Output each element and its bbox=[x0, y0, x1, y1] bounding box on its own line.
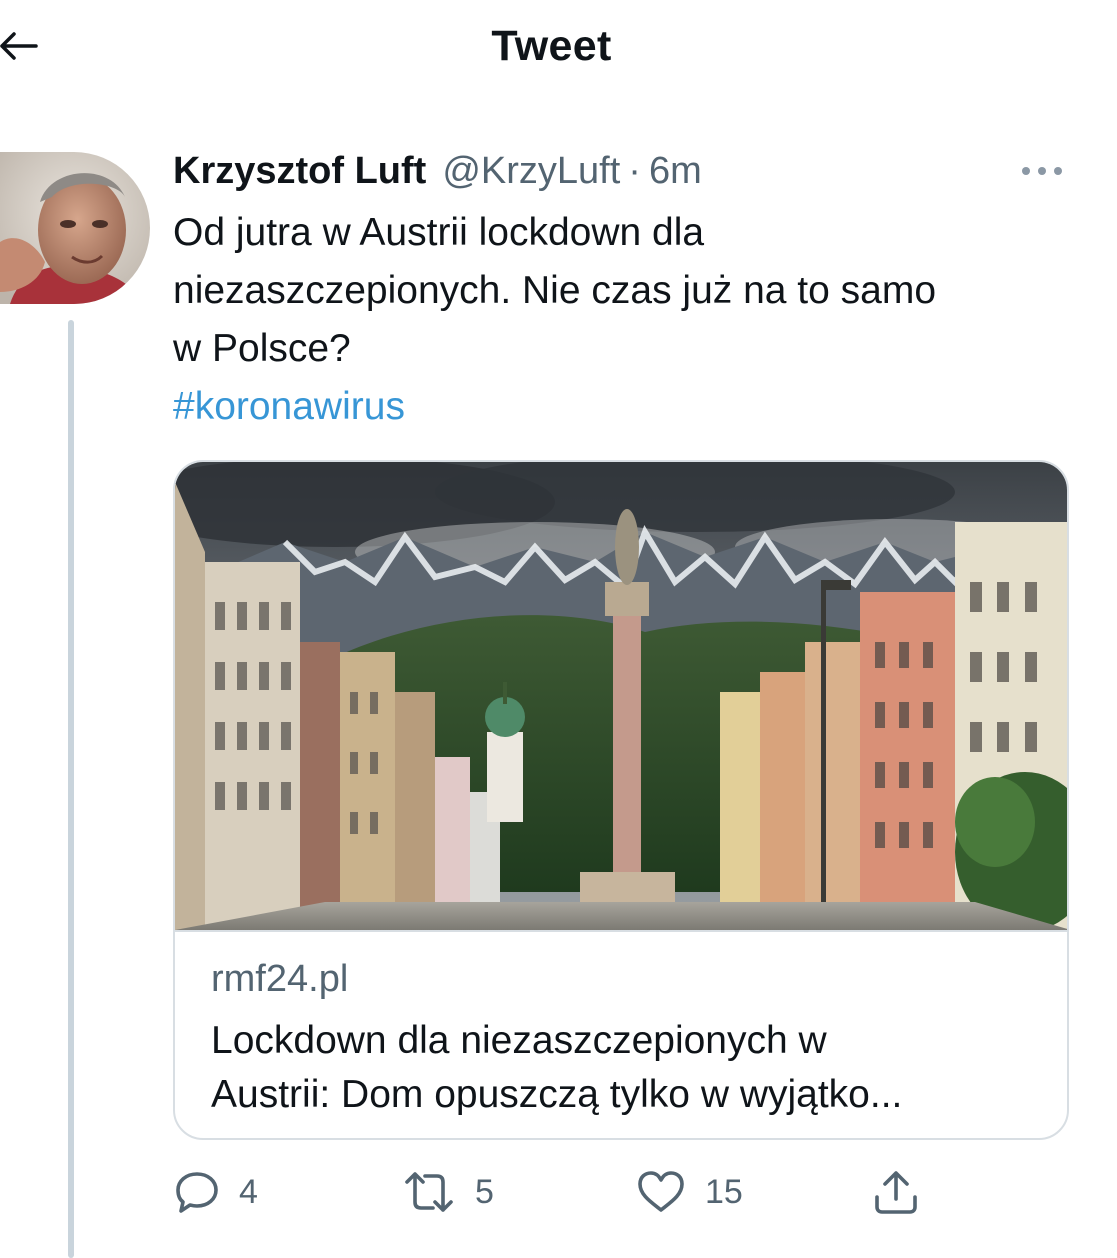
share-icon bbox=[871, 1167, 921, 1217]
author-display-name[interactable]: Krzysztof Luft bbox=[173, 150, 426, 193]
thread-line bbox=[68, 320, 74, 1258]
meta-separator: · bbox=[628, 150, 641, 192]
card-title-line: Austrii: Dom opuszczą tylko w wyjątko... bbox=[211, 1073, 903, 1116]
tweet-detail-page: Tweet Krzysztof Luft @KrzyLuft · 6m Od j… bbox=[0, 0, 1117, 1258]
heart-icon bbox=[635, 1168, 687, 1216]
card-divider bbox=[175, 930, 1067, 932]
retweet-button[interactable]: 5 bbox=[401, 1162, 494, 1222]
card-title: Lockdown dla niezaszczepionych w Austrii… bbox=[211, 1014, 1041, 1122]
tweet-timestamp[interactable]: 6m bbox=[649, 150, 702, 193]
tweet-actions-bar: 4 5 15 bbox=[173, 1162, 933, 1222]
like-button[interactable]: 15 bbox=[635, 1162, 743, 1222]
card-domain: rmf24.pl bbox=[211, 958, 349, 1000]
reply-count: 4 bbox=[239, 1172, 258, 1211]
author-handle[interactable]: @KrzyLuft bbox=[442, 150, 620, 193]
retweet-icon bbox=[401, 1168, 457, 1216]
reply-button[interactable]: 4 bbox=[173, 1162, 258, 1222]
more-options-button[interactable] bbox=[1016, 160, 1068, 186]
share-button[interactable] bbox=[871, 1162, 921, 1222]
tweet-text-line: Od jutra w Austrii lockdown dla bbox=[173, 211, 705, 254]
card-title-line: Lockdown dla niezaszczepionych w bbox=[211, 1019, 827, 1062]
card-image bbox=[175, 462, 1067, 932]
more-horizontal-icon bbox=[1020, 164, 1064, 182]
tweet-text: Od jutra w Austrii lockdown dla niezaszc… bbox=[173, 204, 1073, 436]
tweet-text-line: w Polsce? bbox=[173, 327, 351, 370]
like-count: 15 bbox=[705, 1172, 743, 1211]
tweet-text-line: niezaszczepionych. Nie czas już na to sa… bbox=[173, 269, 937, 312]
page-title: Tweet bbox=[491, 22, 612, 70]
hashtag-link[interactable]: #koronawirus bbox=[173, 378, 1073, 436]
tweet-meta: Krzysztof Luft @KrzyLuft · 6m bbox=[173, 150, 702, 196]
reply-icon bbox=[173, 1168, 221, 1216]
retweet-count: 5 bbox=[475, 1172, 494, 1211]
avatar[interactable] bbox=[0, 152, 150, 304]
link-preview-card[interactable]: rmf24.pl Lockdown dla niezaszczepionych … bbox=[173, 460, 1069, 1140]
